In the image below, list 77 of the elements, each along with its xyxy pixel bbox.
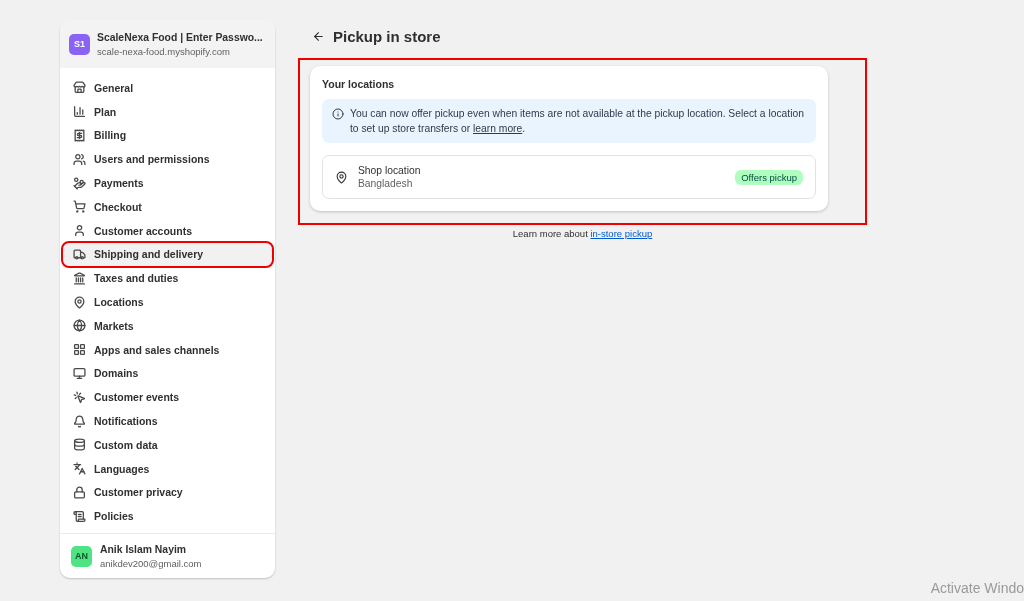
user-name: Anik Islam Nayim: [100, 543, 188, 556]
database-icon: [73, 438, 86, 452]
sidebar-item[interactable]: Users and permissions: [63, 147, 272, 172]
sidebar-item[interactable]: Apps and sales channels: [63, 337, 272, 362]
sidebar-item-label: Customer privacy: [94, 486, 183, 499]
sidebar-item-label: Custom data: [94, 438, 158, 451]
sidebar-item[interactable]: Billing: [63, 123, 272, 148]
sidebar-item-label: Taxes and duties: [94, 272, 179, 285]
activation-notice: Activate Windo: [930, 580, 1024, 597]
sidebar-item-label: Shipping and delivery: [94, 248, 204, 261]
map-pin-icon: [335, 170, 348, 184]
sidebar-item-label: General: [94, 81, 134, 94]
bell-icon: [73, 414, 86, 428]
help-text: Learn more about in-store pickup: [511, 228, 654, 239]
users-icon: [73, 152, 86, 166]
location-country: Bangladesh: [358, 178, 414, 189]
sidebar-item-label: Languages: [94, 462, 150, 475]
sidebar-item-label: Domains: [94, 367, 139, 380]
sidebar-item[interactable]: Plan: [63, 99, 272, 124]
sidebar-item[interactable]: Shipping and delivery: [63, 242, 272, 267]
status-badge: Offers pickup: [735, 169, 803, 185]
page-title: Pickup in store: [333, 27, 441, 45]
languages-icon: [73, 462, 86, 476]
globe-icon: [73, 319, 86, 333]
sidebar-item-label: Billing: [94, 129, 127, 142]
sidebar-item-label: Apps and sales channels: [94, 343, 220, 356]
user-avatar: AN: [71, 545, 92, 567]
sidebar-item[interactable]: Locations: [63, 290, 272, 314]
bar-chart-icon: [73, 105, 86, 119]
store-domain: scale-nexa-food.myshopify.com: [97, 46, 231, 57]
help-link[interactable]: in-store pickup: [590, 228, 653, 239]
sidebar-item[interactable]: Policies: [63, 504, 272, 529]
person-icon: [73, 224, 86, 238]
truck-icon: [73, 247, 86, 261]
sidebar-item[interactable]: Customer privacy: [63, 480, 272, 505]
sidebar-item[interactable]: Customer accounts: [63, 218, 272, 243]
hand-coins-icon: [73, 176, 86, 190]
sidebar-item-label: Policies: [94, 510, 134, 523]
card-title: Your locations: [322, 78, 396, 90]
sidebar-item-label: Locations: [94, 296, 144, 309]
user-email: anikdev200@gmail.com: [100, 558, 202, 569]
sidebar-item-label: Customer events: [94, 391, 180, 404]
sidebar-item[interactable]: General: [63, 76, 272, 100]
store-avatar: S1: [69, 33, 90, 55]
sidebar-item-label: Notifications: [94, 415, 158, 428]
banner-text: You can now offer pickup even when items are not available at the pickup location. Select a location to set up store transfers or learn more.: [350, 107, 805, 136]
sidebar-item-label: Markets: [94, 319, 134, 332]
store-header[interactable]: S1 ScaleNexa Food | Enter Passwo... scale-nexa-food.myshopify.com: [60, 20, 275, 68]
sidebar-item[interactable]: Taxes and duties: [63, 266, 272, 291]
sidebar-item-label: Payments: [94, 177, 144, 190]
sidebar-item-label: Plan: [94, 105, 117, 118]
sidebar-item[interactable]: Customer events: [63, 385, 272, 410]
sidebar-item-label: Checkout: [94, 200, 142, 213]
sidebar-item[interactable]: Domains: [63, 361, 272, 386]
scroll-icon: [73, 509, 86, 523]
back-arrow-icon[interactable]: [312, 29, 325, 43]
sidebar-item-label: Users and permissions: [94, 153, 210, 166]
store-icon: [73, 81, 86, 95]
sidebar-item-label: Customer accounts: [94, 224, 193, 237]
sidebar-item[interactable]: Notifications: [63, 409, 272, 433]
location-name: Shop location: [358, 165, 421, 176]
map-pin-icon: [73, 295, 86, 309]
sidebar-item[interactable]: Payments: [63, 171, 272, 195]
cart-icon: [73, 200, 86, 214]
sidebar-item[interactable]: Markets: [63, 313, 272, 338]
sidebar-item[interactable]: Custom data: [63, 432, 272, 457]
location-row[interactable]: Shop location Bangladesh Offers pickup: [322, 155, 816, 199]
sidebar-item[interactable]: Checkout: [63, 195, 272, 219]
store-name: ScaleNexa Food | Enter Passwo...: [97, 31, 263, 44]
grid-icon: [73, 343, 86, 357]
monitor-icon: [73, 366, 86, 380]
lock-icon: [73, 485, 86, 499]
sidebar-item[interactable]: Languages: [63, 456, 272, 481]
pointer-icon: [73, 390, 86, 404]
bank-icon: [73, 271, 86, 285]
receipt-icon: [73, 129, 86, 142]
info-icon: [332, 108, 344, 120]
